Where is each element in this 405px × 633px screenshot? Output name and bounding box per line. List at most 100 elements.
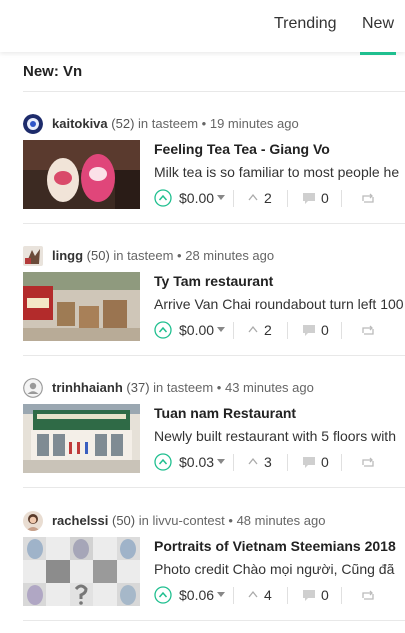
chevron-down-icon[interactable]: [217, 592, 225, 597]
post-item: rachelssi (50) in livvu-contest • 48 min…: [0, 489, 405, 621]
votes-icon: [248, 325, 258, 333]
community-link[interactable]: tasteem: [167, 380, 213, 395]
post-footer: $0.06 4 0: [154, 586, 405, 606]
community-link[interactable]: livvu-contest: [153, 513, 225, 528]
community-link[interactable]: tasteem: [127, 248, 173, 263]
payout-value[interactable]: $0.00: [179, 190, 214, 206]
divider: [287, 190, 288, 207]
post-time[interactable]: 19 minutes ago: [210, 116, 299, 131]
divider: [341, 190, 342, 207]
post-meta: trinhhaianh (37) in tasteem • 43 minutes…: [23, 378, 405, 398]
divider: [23, 620, 405, 621]
post-time[interactable]: 48 minutes ago: [237, 513, 326, 528]
avatar[interactable]: [23, 511, 43, 531]
post-item: trinhhaianh (37) in tasteem • 43 minutes…: [0, 356, 405, 488]
payout-value[interactable]: $0.06: [179, 587, 214, 603]
in-label: in: [153, 380, 164, 395]
votes-icon: [248, 457, 258, 465]
vote-count[interactable]: 4: [264, 587, 272, 603]
post-title[interactable]: Feeling Tea Tea - Giang Vo: [154, 141, 330, 157]
divider: [287, 587, 288, 604]
vote-count[interactable]: 2: [264, 190, 272, 206]
divider: [341, 322, 342, 339]
post-summary[interactable]: Milk tea is so familiar to most people h…: [154, 164, 399, 180]
divider: [341, 587, 342, 604]
meta-dot: •: [228, 513, 233, 528]
author-reputation: (50): [112, 513, 136, 528]
post-thumbnail[interactable]: [23, 537, 140, 606]
divider: [233, 454, 234, 471]
author-reputation: (52): [111, 116, 135, 131]
comment-count[interactable]: 0: [321, 322, 329, 338]
resteem-icon[interactable]: [361, 324, 375, 337]
in-label: in: [138, 116, 149, 131]
post-summary[interactable]: Photo credit Chào mọi người, Cũng đã: [154, 561, 394, 577]
tab-new[interactable]: New: [362, 15, 394, 33]
avatar[interactable]: [23, 246, 43, 266]
comment-count[interactable]: 0: [321, 587, 329, 603]
post-thumbnail[interactable]: [23, 404, 140, 473]
upvote-icon[interactable]: [154, 586, 172, 604]
divider: [341, 454, 342, 471]
page-title: New: Vn: [23, 63, 83, 80]
author-reputation: (37): [126, 380, 150, 395]
comment-icon[interactable]: [302, 324, 316, 337]
community-link[interactable]: tasteem: [152, 116, 198, 131]
upvote-icon[interactable]: [154, 321, 172, 339]
chevron-down-icon[interactable]: [217, 327, 225, 332]
payout-value[interactable]: $0.03: [179, 454, 214, 470]
comment-count[interactable]: 0: [321, 454, 329, 470]
resteem-icon[interactable]: [361, 456, 375, 469]
post-meta: rachelssi (50) in livvu-contest • 48 min…: [23, 511, 405, 531]
divider: [23, 487, 405, 488]
payout-value[interactable]: $0.00: [179, 322, 214, 338]
post-meta: lingg (50) in tasteem • 28 minutes ago: [23, 246, 405, 266]
divider: [287, 454, 288, 471]
tab-trending[interactable]: Trending: [274, 15, 337, 33]
author-link[interactable]: rachelssi: [52, 513, 108, 528]
post-thumbnail[interactable]: [23, 272, 140, 341]
post-time[interactable]: 28 minutes ago: [185, 248, 274, 263]
avatar[interactable]: [23, 378, 43, 398]
meta-dot: •: [201, 116, 207, 131]
post-summary[interactable]: Arrive Van Chai roundabout turn left 100: [154, 296, 404, 312]
vote-count[interactable]: 3: [264, 454, 272, 470]
post-time[interactable]: 43 minutes ago: [225, 380, 314, 395]
post-title[interactable]: Ty Tam restaurant: [154, 273, 273, 289]
post-title[interactable]: Portraits of Vietnam Steemians 2018: [154, 538, 396, 554]
comment-icon[interactable]: [302, 456, 316, 469]
post-footer: $0.00 2 0: [154, 189, 405, 209]
meta-dot: •: [216, 380, 222, 395]
post-summary[interactable]: Newly built restaurant with 5 floors wit…: [154, 428, 396, 444]
divider: [233, 190, 234, 207]
avatar[interactable]: [23, 114, 43, 134]
votes-icon: [248, 193, 258, 201]
in-label: in: [138, 513, 149, 528]
votes-icon: [248, 590, 258, 598]
comment-count[interactable]: 0: [321, 190, 329, 206]
post-item: lingg (50) in tasteem • 28 minutes ago T…: [0, 224, 405, 356]
resteem-icon[interactable]: [361, 589, 375, 602]
post-thumbnail[interactable]: [23, 140, 140, 209]
in-label: in: [113, 248, 124, 263]
meta-dot: •: [177, 248, 182, 263]
author-link[interactable]: lingg: [52, 248, 83, 263]
resteem-icon[interactable]: [361, 192, 375, 205]
post-meta: kaitokiva (52) in tasteem • 19 minutes a…: [23, 114, 405, 134]
active-tab-indicator: [360, 52, 396, 55]
divider: [287, 322, 288, 339]
upvote-icon[interactable]: [154, 453, 172, 471]
post-item: kaitokiva (52) in tasteem • 19 minutes a…: [0, 92, 405, 224]
chevron-down-icon[interactable]: [217, 195, 225, 200]
divider: [233, 322, 234, 339]
post-title[interactable]: Tuan nam Restaurant: [154, 405, 296, 421]
comment-icon[interactable]: [302, 589, 316, 602]
chevron-down-icon[interactable]: [217, 459, 225, 464]
vote-count[interactable]: 2: [264, 322, 272, 338]
post-footer: $0.03 3 0: [154, 453, 405, 473]
comment-icon[interactable]: [302, 192, 316, 205]
upvote-icon[interactable]: [154, 189, 172, 207]
author-link[interactable]: kaitokiva: [52, 116, 108, 131]
author-link[interactable]: trinhhaianh: [52, 380, 123, 395]
top-nav: Trending New: [0, 0, 405, 55]
